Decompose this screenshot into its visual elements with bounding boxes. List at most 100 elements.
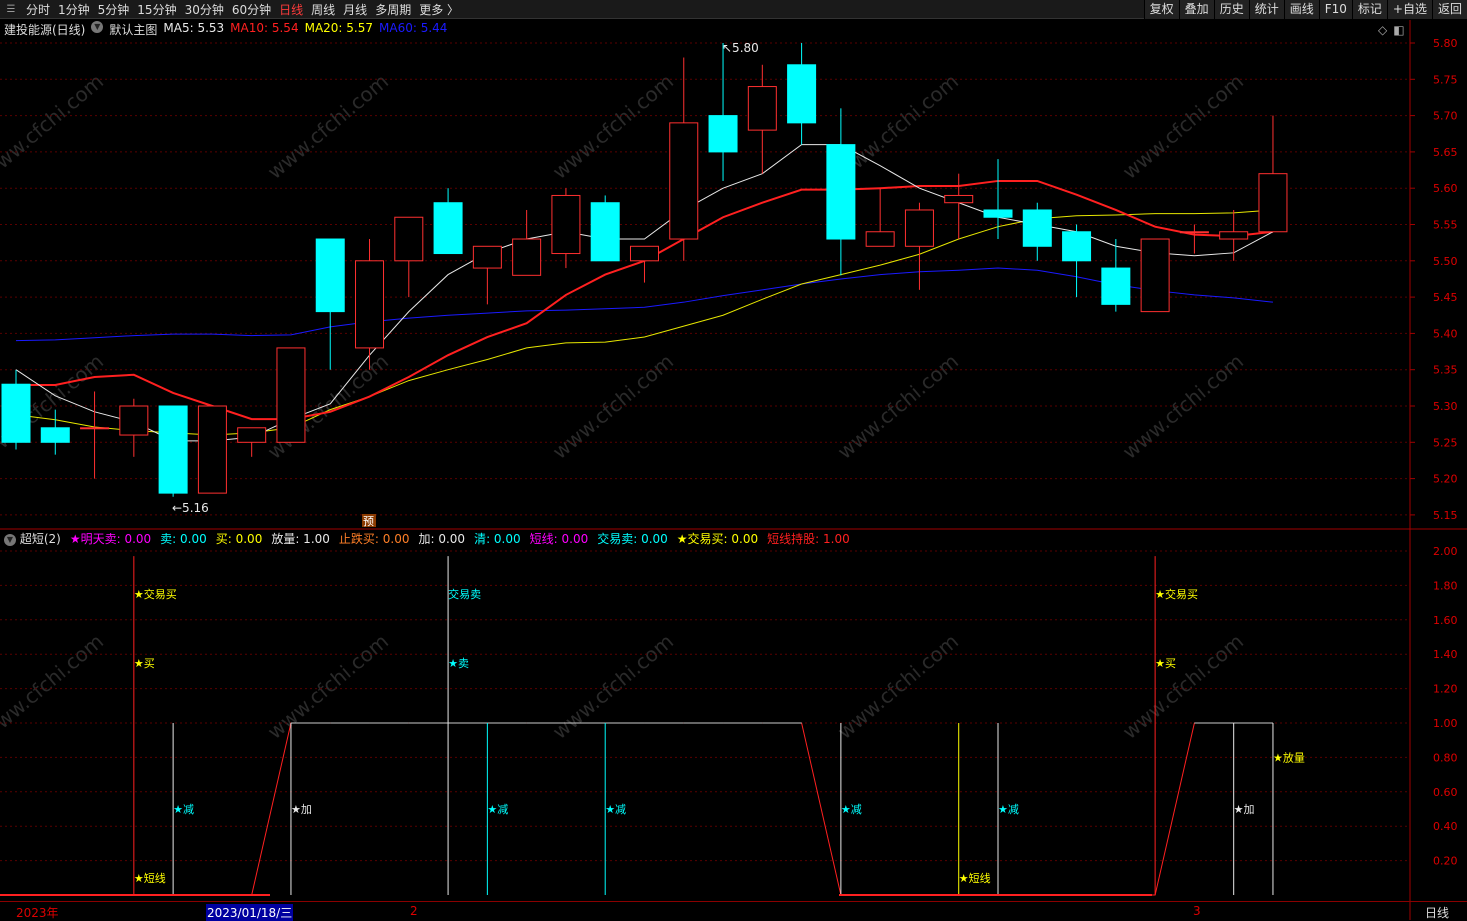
sub-legend-item: 短线持股: 1.00 xyxy=(767,532,850,546)
candle-down xyxy=(315,238,345,313)
period-label[interactable]: 日线 xyxy=(1425,904,1449,921)
ma-legend: MA20: 5.57 xyxy=(304,21,374,35)
watermark: www.cfchi.com xyxy=(833,629,963,744)
candle-up xyxy=(197,405,227,494)
sub-legend-item: 清: 0.00 xyxy=(474,532,521,546)
ma-legend: MA10: 5.54 xyxy=(230,21,299,35)
candle-up xyxy=(747,86,777,131)
signal-label: ★卖 xyxy=(448,657,469,670)
signal-label: ★加 xyxy=(1234,803,1255,816)
period-tab[interactable]: 月线 xyxy=(339,1,371,18)
y-tick-label: 5.60 xyxy=(1433,182,1458,195)
sub-legend: ▼ 超短(2) ★明天卖: 0.00 卖: 0.00 买: 0.00 放量: 1.00… xyxy=(4,530,850,547)
main-legend: 建投能源(日线) ▼ 默认主图 MA5: 5.53 MA10: 5.54 MA20:… xyxy=(4,21,447,38)
y-tick-label: 5.20 xyxy=(1433,473,1458,486)
candle-down xyxy=(1101,267,1131,305)
period-tab[interactable]: 更多 〉 xyxy=(415,1,463,18)
y-tick-label: 5.40 xyxy=(1433,327,1458,340)
y-tick-label: 5.35 xyxy=(1433,364,1458,377)
toolbar-button[interactable]: 历史 xyxy=(1213,0,1249,19)
y-tick-label: 5.45 xyxy=(1433,291,1458,304)
period-tab[interactable]: 周线 xyxy=(307,1,339,18)
candle-up xyxy=(1219,231,1249,240)
sub-legend-item: 加: 0.00 xyxy=(418,532,466,546)
sub-y-tick-label: 1.00 xyxy=(1433,717,1458,730)
signal-label: ★减 xyxy=(605,803,626,816)
sub-y-tick-label: 1.40 xyxy=(1433,648,1458,661)
y-tick-label: 5.80 xyxy=(1433,37,1458,50)
watermark: www.cfchi.com xyxy=(1118,629,1248,744)
y-tick-label: 5.30 xyxy=(1433,400,1458,413)
candle-down xyxy=(826,144,856,240)
indicator-dropdown-icon[interactable]: ▼ xyxy=(91,21,104,33)
sub-legend-item: 短线: 0.00 xyxy=(529,532,589,546)
toolbar-button[interactable]: 标记 xyxy=(1351,0,1387,19)
toolbar-button[interactable]: 复权 xyxy=(1143,0,1179,19)
signal-label: ★交易买 xyxy=(1155,587,1198,601)
diamond-icon[interactable]: ◇ xyxy=(1378,23,1387,37)
candle-up xyxy=(119,405,149,436)
period-tab[interactable]: 30分钟 xyxy=(181,1,228,18)
toolbar-button[interactable]: F10 xyxy=(1318,0,1352,19)
period-tab[interactable]: 多周期 xyxy=(371,1,415,18)
sub-legend-item: ★交易买: 0.00 xyxy=(676,532,759,546)
signal-label: ★放量 xyxy=(1273,750,1305,764)
y-tick-label: 5.75 xyxy=(1433,73,1458,86)
sub-y-tick-label: 2.00 xyxy=(1433,545,1458,558)
y-tick-label: 5.70 xyxy=(1433,110,1458,123)
selected-date: 2023/01/18/三 xyxy=(206,904,294,921)
sub-y-tick-label: 1.80 xyxy=(1433,579,1458,592)
candle-up xyxy=(669,122,699,240)
candle-up xyxy=(904,209,934,247)
time-axis: 2023年 2023/01/18/三 2 3 日线 xyxy=(0,901,1467,921)
period-tab[interactable]: 分时 xyxy=(22,1,54,18)
collapse-icon[interactable]: ☰ xyxy=(0,4,22,15)
chart-canvas[interactable]: www.cfchi.com www.cfchi.com www.cfchi.com w… xyxy=(0,0,1467,920)
period-tab[interactable]: 5分钟 xyxy=(94,1,134,18)
watermark: www.cfchi.com xyxy=(1118,69,1248,184)
toolbar-button[interactable]: +自选 xyxy=(1386,0,1432,19)
forecast-marker: 预 xyxy=(363,515,374,528)
period-tab[interactable]: 15分钟 xyxy=(133,1,180,18)
period-tab[interactable]: 60分钟 xyxy=(228,1,275,18)
y-tick-label: 5.25 xyxy=(1433,436,1458,449)
toolbar-button[interactable]: 叠加 xyxy=(1178,0,1214,19)
candle-up xyxy=(80,427,110,430)
panel-toggle-icon[interactable]: ◧ xyxy=(1393,23,1404,37)
sub-y-tick-label: 0.40 xyxy=(1433,820,1458,833)
indicator-name[interactable]: 默认主图 xyxy=(109,21,157,38)
watermark: www.cfchi.com xyxy=(548,629,678,744)
period-toolbar: ☰ 分时 1分钟 5分钟 15分钟 30分钟 60分钟 日线 周线 月线 多周期 更多 〉 复权 叠加… xyxy=(0,0,1467,19)
toolbar-button[interactable]: 画线 xyxy=(1283,0,1319,19)
toolbar-button[interactable]: 统计 xyxy=(1248,0,1284,19)
candle-down xyxy=(40,427,70,443)
signal-label: ★短线 xyxy=(134,871,166,885)
candle-up xyxy=(1140,238,1170,313)
candle-down xyxy=(1022,209,1052,247)
period-tab[interactable]: 日线 xyxy=(275,1,307,18)
sub-y-tick-label: 0.20 xyxy=(1433,855,1458,868)
y-tick-label: 5.50 xyxy=(1433,255,1458,268)
high-price-label: ↖5.80 xyxy=(722,41,759,55)
toolbar-button[interactable]: 返回 xyxy=(1431,0,1467,19)
watermark: www.cfchi.com xyxy=(263,629,393,744)
candle-up xyxy=(629,245,659,262)
stock-title: 建投能源(日线) xyxy=(4,23,86,37)
y-tick-label: 5.65 xyxy=(1433,146,1458,159)
chart-controls: ◇ ◧ xyxy=(1378,23,1405,37)
indicator-dropdown-icon[interactable]: ▼ xyxy=(4,533,16,546)
candle-up xyxy=(472,245,502,269)
sub-legend-item: ★明天卖: 0.00 xyxy=(69,532,152,546)
watermark: www.cfchi.com xyxy=(833,349,963,464)
candle-up xyxy=(865,231,895,247)
sub-indicator-name[interactable]: 超短(2) xyxy=(20,532,61,546)
candle-up xyxy=(1179,231,1209,234)
sub-y-tick-label: 0.80 xyxy=(1433,751,1458,764)
signal-label: ★减 xyxy=(173,803,194,816)
watermark: www.cfchi.com xyxy=(0,69,108,184)
sub-legend-item: 放量: 1.00 xyxy=(271,532,330,546)
signal-label: ★买 xyxy=(134,657,155,670)
signal-label: ★减 xyxy=(998,803,1019,816)
candle-up xyxy=(355,260,385,349)
period-tab[interactable]: 1分钟 xyxy=(54,1,94,18)
